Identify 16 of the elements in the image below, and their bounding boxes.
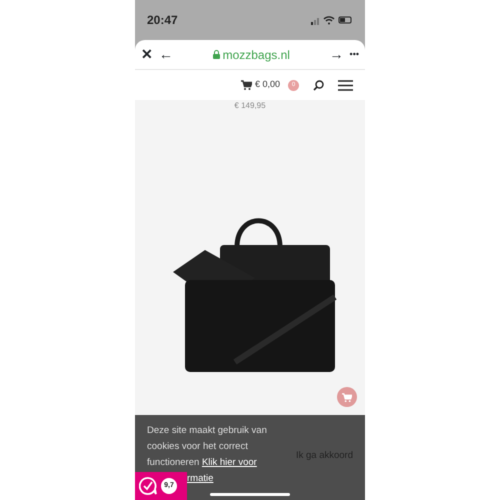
lock-icon xyxy=(212,50,220,59)
product-price: € 149,95 xyxy=(234,100,266,112)
info-link[interactable]: Klik hier voor xyxy=(202,457,257,468)
clock-time: 20:47 xyxy=(147,12,178,29)
back-button[interactable]: ← xyxy=(159,44,173,65)
cart-total[interactable]: € 0,00 xyxy=(254,78,280,92)
cart-icon xyxy=(342,392,352,402)
more-button[interactable]: ••• xyxy=(350,48,359,62)
close-button[interactable]: ✕ xyxy=(141,44,153,65)
checkmark-bubble-icon xyxy=(139,477,157,495)
menu-icon[interactable] xyxy=(338,80,353,90)
search-icon[interactable] xyxy=(313,80,324,90)
cart-icon[interactable] xyxy=(240,80,252,90)
status-icons xyxy=(311,15,353,25)
forward-button[interactable]: → xyxy=(330,44,344,65)
info-link[interactable]: rmatie xyxy=(187,473,214,484)
